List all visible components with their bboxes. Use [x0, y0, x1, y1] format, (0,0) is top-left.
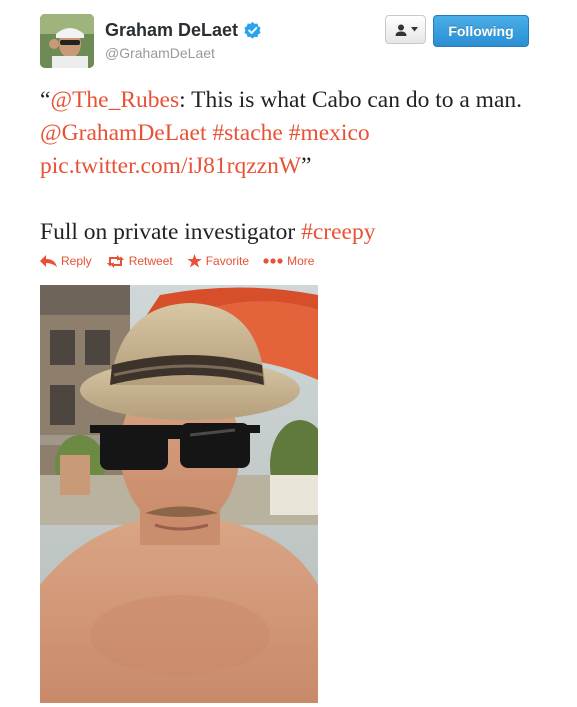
retweet-icon: [106, 254, 124, 268]
tweet-text-part-1: : This is what Cabo can do to a man.: [179, 87, 522, 113]
more-dots-icon: [263, 258, 283, 264]
caret-down-icon: [410, 27, 418, 32]
avatar-image: [40, 14, 94, 68]
tweet-photo[interactable]: [40, 285, 318, 703]
more-action[interactable]: More: [263, 254, 314, 268]
tweet-actions: Reply Retweet Favorite More: [40, 254, 328, 268]
tweet-text: “@The_Rubes: This is what Cabo can do to…: [40, 84, 560, 249]
favorite-action[interactable]: Favorite: [187, 254, 249, 268]
following-button[interactable]: Following: [433, 15, 529, 47]
mention-the-rubes[interactable]: @The_Rubes: [50, 87, 179, 113]
hashtag-creepy[interactable]: #creepy: [301, 219, 375, 245]
close-quote: ”: [301, 153, 312, 179]
reply-icon: [40, 255, 57, 267]
favorite-label: Favorite: [205, 254, 250, 268]
avatar[interactable]: [40, 14, 94, 68]
more-label: More: [287, 254, 315, 268]
open-quote: “: [40, 87, 51, 113]
star-icon: [187, 254, 202, 268]
pic-link[interactable]: pic.twitter.com/iJ81rqzznW: [40, 153, 301, 179]
person-icon: [395, 24, 406, 36]
tweet-quote-paragraph: “@The_Rubes: This is what Cabo can do to…: [40, 84, 560, 183]
user-actions-button[interactable]: [385, 15, 426, 44]
mention-grahamdelaet[interactable]: @GrahamDeLaet: [40, 120, 206, 146]
retweet-action[interactable]: Retweet: [106, 254, 173, 268]
verified-badge-icon: [244, 22, 261, 39]
reply-label: Reply: [61, 254, 92, 268]
selfie-photo-image: [40, 285, 318, 703]
user-handle[interactable]: @GrahamDeLaet: [105, 45, 215, 61]
tweet-comment-paragraph: Full on private investigator #creepy: [40, 216, 560, 249]
hashtag-mexico[interactable]: #mexico: [289, 120, 370, 146]
retweet-label: Retweet: [128, 254, 173, 268]
reply-action[interactable]: Reply: [40, 254, 92, 268]
hashtag-stache[interactable]: #stache: [212, 120, 282, 146]
display-name[interactable]: Graham DeLaet: [105, 20, 261, 41]
display-name-text: Graham DeLaet: [105, 20, 239, 40]
tweet-text-part-2: Full on private investigator: [40, 219, 302, 245]
